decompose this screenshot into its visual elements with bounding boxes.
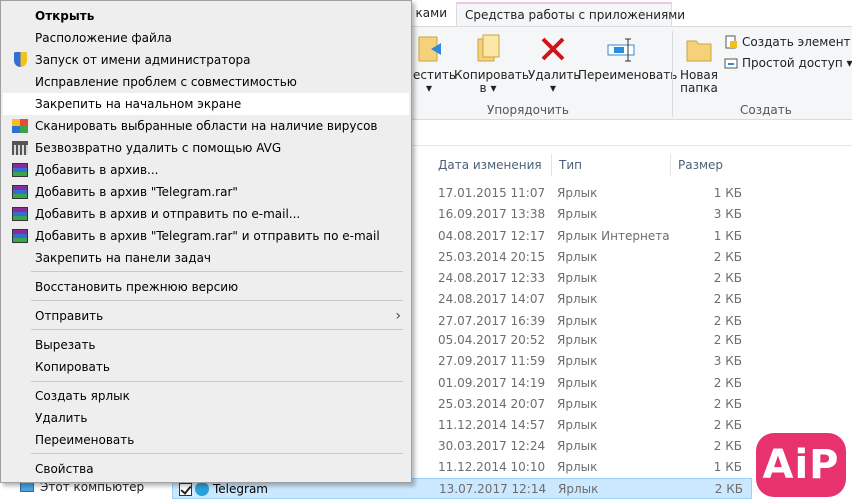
menu-item-file-location[interactable]: Расположение файла: [3, 27, 409, 49]
menu-separator: [31, 271, 403, 272]
winrar-icon: [12, 185, 28, 199]
menu-item-pin-to-taskbar[interactable]: Закрепить на панели задач: [3, 247, 409, 269]
copy-to-icon: [472, 33, 504, 65]
menu-item-open[interactable]: Открыть: [3, 5, 409, 27]
new-item-icon: [724, 35, 738, 49]
computer-icon: [20, 482, 34, 492]
column-divider[interactable]: [670, 154, 671, 176]
column-header-date[interactable]: Дата изменения: [438, 152, 542, 178]
menu-item-archive-and-email[interactable]: Добавить в архив и отправить по e-mail..…: [3, 203, 409, 225]
telegram-icon: [195, 482, 209, 496]
menu-item-run-as-admin[interactable]: Запуск от имени администратора: [3, 49, 409, 71]
menu-separator: [31, 329, 403, 330]
rename-button[interactable]: Переименовать: [578, 33, 677, 82]
menu-item-send-to[interactable]: Отправить ›: [3, 305, 409, 327]
avg-icon: [12, 119, 28, 133]
easy-access-icon: [724, 56, 738, 70]
column-divider[interactable]: [551, 154, 552, 176]
menu-item-pin-to-start[interactable]: Закрепить на начальном экране: [3, 93, 409, 115]
menu-item-cut[interactable]: Вырезать: [3, 334, 409, 356]
delete-button[interactable]: Удалить ▾: [528, 33, 581, 95]
menu-item-avg-scan[interactable]: Сканировать выбранные области на наличие…: [3, 115, 409, 137]
menu-item-create-shortcut[interactable]: Создать ярлык: [3, 385, 409, 407]
column-header-size[interactable]: Размер: [678, 152, 723, 178]
menu-item-add-to-telegram-rar[interactable]: Добавить в архив "Telegram.rar": [3, 181, 409, 203]
menu-separator: [31, 300, 403, 301]
column-header-type[interactable]: Тип: [559, 152, 582, 178]
menu-item-delete[interactable]: Удалить: [3, 407, 409, 429]
ribbon-group-divider: [672, 31, 673, 117]
tab-application-tools[interactable]: Средства работы с приложениями: [456, 2, 685, 26]
copy-to-button[interactable]: Копировать в ▾: [454, 33, 529, 95]
menu-separator: [31, 453, 403, 454]
new-folder-button[interactable]: Новая папка: [678, 33, 720, 95]
menu-item-restore-previous-version[interactable]: Восстановить прежнюю версию: [3, 276, 409, 298]
move-to-icon: [413, 33, 445, 65]
winrar-icon: [12, 229, 28, 243]
menu-item-properties[interactable]: Свойства: [3, 458, 409, 480]
aip-watermark-logo: AiP: [756, 433, 846, 497]
dropdown-arrow-icon: ▾: [846, 56, 852, 70]
winrar-icon: [12, 163, 28, 177]
winrar-icon: [12, 207, 28, 221]
tab-share[interactable]: ками: [405, 2, 453, 26]
group-label-organize: Упорядочить: [487, 103, 569, 117]
chevron-right-icon: ›: [395, 308, 401, 324]
dropdown-arrow-icon: ▾: [549, 81, 557, 95]
group-label-create: Создать: [740, 103, 792, 117]
easy-access-button[interactable]: Простой доступ ▾: [724, 54, 852, 72]
context-menu: Открыть Расположение файла Запуск от име…: [0, 0, 412, 483]
rename-icon: [606, 33, 638, 65]
menu-item-rename[interactable]: Переименовать: [3, 429, 409, 451]
row-checkbox[interactable]: [179, 483, 192, 496]
menu-item-telegram-rar-and-email[interactable]: Добавить в архив "Telegram.rar" и отправ…: [3, 225, 409, 247]
new-item-button[interactable]: Создать элемент ▾: [724, 33, 852, 51]
menu-item-troubleshoot-compatibility[interactable]: Исправление проблем с совместимостью: [3, 71, 409, 93]
folder-icon: [683, 33, 715, 65]
shield-icon: [14, 52, 27, 67]
shredder-icon: [12, 141, 28, 155]
menu-item-copy[interactable]: Копировать: [3, 356, 409, 378]
menu-item-avg-shred[interactable]: Безвозвратно удалить с помощью AVG: [3, 137, 409, 159]
menu-item-add-to-archive[interactable]: Добавить в архив...: [3, 159, 409, 181]
menu-separator: [31, 381, 403, 382]
delete-x-icon: [537, 33, 569, 65]
dropdown-arrow-icon: ▾: [490, 81, 497, 95]
